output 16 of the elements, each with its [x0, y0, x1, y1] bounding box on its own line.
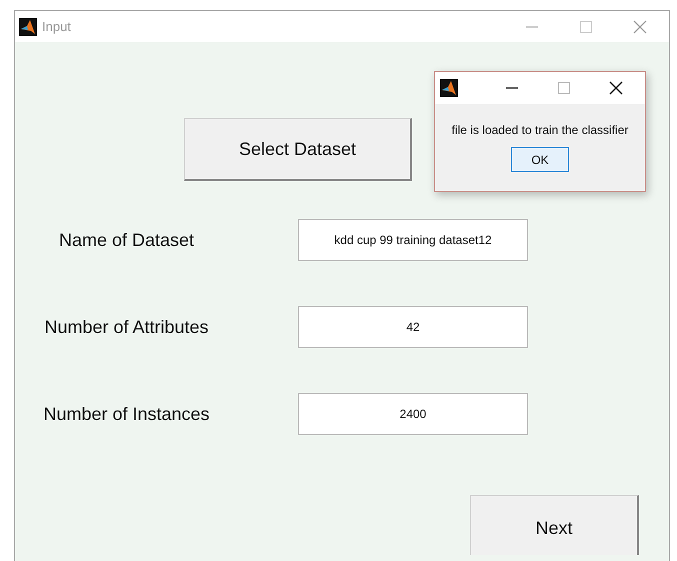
- text-field[interactable]: 42: [298, 306, 528, 348]
- field-label: Name of Dataset: [58, 230, 194, 250]
- text-field[interactable]: kdd cup 99 training dataset12: [298, 219, 528, 261]
- app-logo-icon: [440, 79, 458, 97]
- dialog-message: file is loaded to train the classifier: [452, 123, 628, 137]
- maximize-icon[interactable]: [579, 20, 593, 34]
- ok-button[interactable]: OK: [511, 147, 569, 172]
- next-button[interactable]: Next: [470, 495, 639, 555]
- text-field[interactable]: 2400: [298, 393, 528, 435]
- field-label: Number of Instances: [43, 404, 210, 424]
- window-title: Input: [42, 19, 71, 34]
- close-icon[interactable]: [609, 81, 623, 95]
- field-label: Number of Attributes: [44, 316, 209, 338]
- maximize-icon[interactable]: [557, 81, 571, 95]
- app-logo-icon: [19, 18, 37, 36]
- select-dataset-button[interactable]: Select Dataset: [184, 118, 412, 181]
